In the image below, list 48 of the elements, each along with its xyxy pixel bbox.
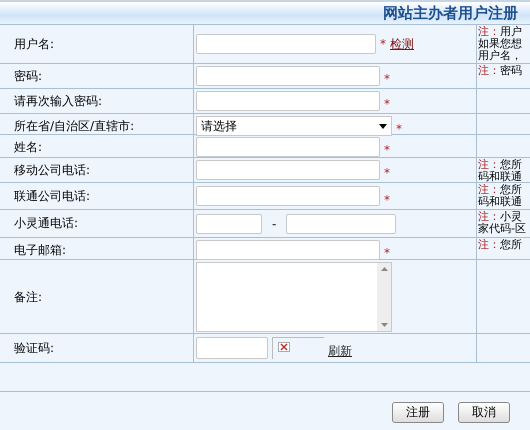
field-label: 移动公司电话: [14,162,90,178]
required-mark: * [384,246,390,260]
field-label: 所在省/自治区/直辖市: [14,118,134,134]
text-field[interactable] [196,91,380,111]
field-label: 密码: [14,68,42,84]
note-text: 注：用户 如果您想 用户名， [478,26,523,62]
required-mark: * [384,97,390,111]
check-link[interactable]: 检测 [390,36,414,52]
text-area[interactable] [196,262,392,332]
text-field[interactable] [196,137,380,157]
required-mark: * [384,193,390,207]
field-label: 请再次输入密码: [14,92,102,110]
register-button[interactable]: 注册 [392,402,444,423]
field-label: 备注: [14,288,42,306]
field-label: 小灵通电话: [14,215,78,232]
cancel-button[interactable]: 取消 [458,402,510,423]
field-label: 联通公司电话: [14,188,90,204]
field-label: 电子邮箱: [14,242,66,258]
required-mark: * [384,72,390,86]
refresh-link[interactable]: 刷新 [328,343,352,360]
broken-image-icon [278,342,290,352]
required-mark: * [380,37,386,51]
note-text: 注：小灵 家代码-区 [478,211,527,235]
note-text: 注：您所 码和联通 [478,159,523,182]
text-field[interactable] [196,240,380,260]
text-field[interactable] [196,160,380,180]
page-title: 网站主办者用户注册 [383,4,518,22]
dropdown[interactable]: 请选择 [196,116,392,136]
text-field[interactable] [196,337,268,359]
text-field[interactable] [196,214,262,234]
scroll-down-icon[interactable] [380,323,388,327]
field-label: 验证码: [14,340,54,356]
note-text: 注：您所 码和联通 [478,184,523,208]
text-field[interactable] [286,214,396,234]
caret-icon [379,124,387,128]
text-field[interactable] [196,66,380,86]
note-text: 注：您所 [478,239,523,251]
required-mark: * [396,122,402,136]
text-field[interactable] [196,34,376,54]
field-label: 用户名: [14,36,54,52]
scrollbar[interactable] [377,263,391,331]
required-mark: * [384,143,390,157]
field-label: 姓名: [14,138,42,156]
scroll-up-icon[interactable] [380,267,388,271]
required-mark: * [384,166,390,180]
separator: - [271,216,278,230]
text-field[interactable] [196,186,380,206]
note-text: 注：密码 [478,65,523,77]
